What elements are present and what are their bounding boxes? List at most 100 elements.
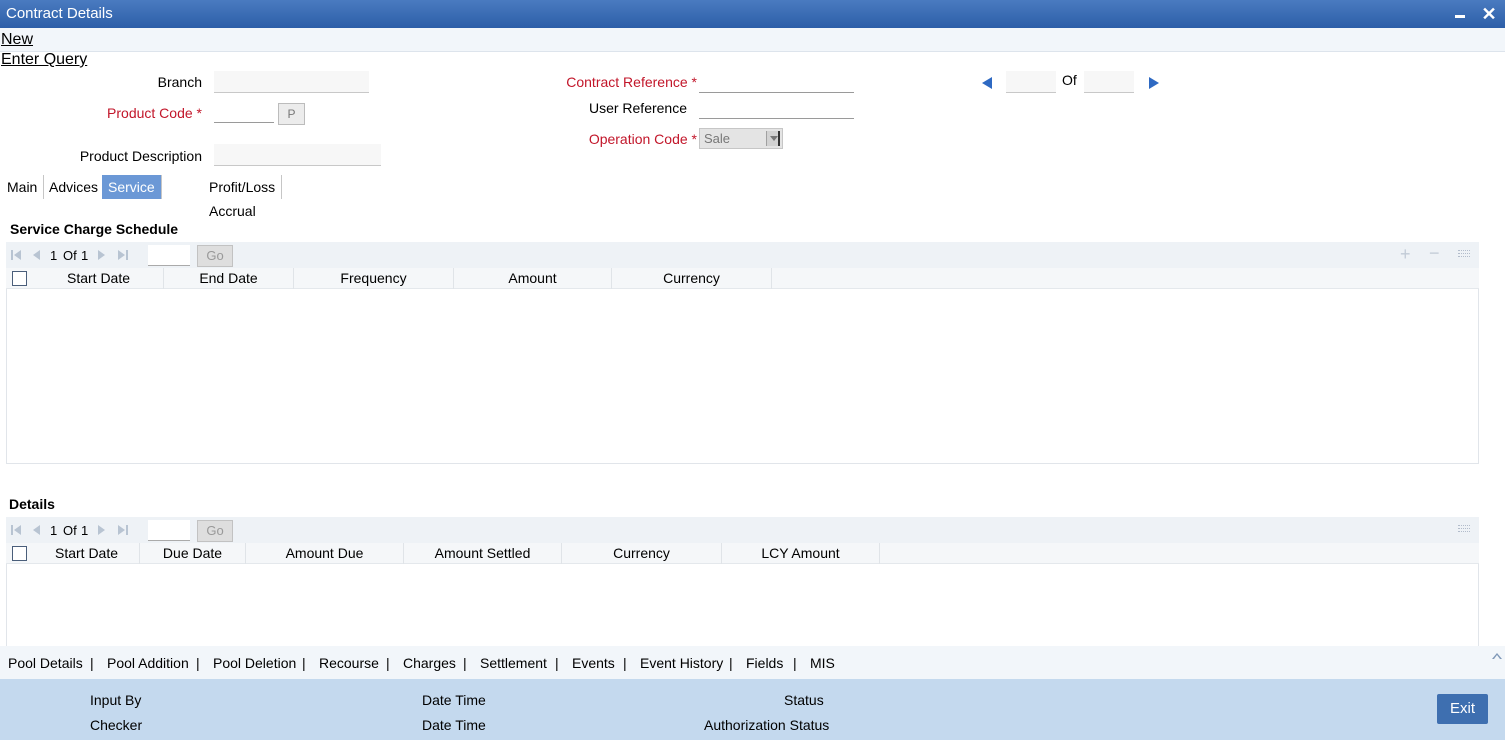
column-amount[interactable]: Amount [454,268,612,289]
new-link[interactable]: New [1,31,33,49]
total-records-input[interactable] [1084,71,1134,93]
checker-label: Checker [90,717,143,733]
page-number-input[interactable] [148,520,190,541]
select-all-checkbox[interactable] [12,546,27,561]
next-page-icon[interactable] [98,525,105,535]
recourse-link[interactable]: Recourse [319,655,379,671]
status-label: Status [784,692,824,708]
authorization-status-label: Authorization Status [704,717,830,733]
next-record-icon[interactable] [1149,77,1159,89]
service-charge-header-row: Start Date End Date Frequency Amount Cur… [6,268,1479,289]
fields-link[interactable]: Fields [746,655,783,671]
required-marker: * [691,131,697,147]
operation-code-label: Operation Code * [540,131,697,147]
page-number-input[interactable] [148,245,190,266]
column-frequency[interactable]: Frequency [294,268,454,289]
column-due-date[interactable]: Due Date [140,543,246,564]
branch-label: Branch [157,74,202,90]
column-currency[interactable]: Currency [612,268,772,289]
settlement-link[interactable]: Settlement [480,655,547,671]
pager-total: 1 [81,523,89,538]
tab-main[interactable]: Main [1,175,45,199]
add-row-icon[interactable]: + [1400,244,1411,265]
product-description-input[interactable] [214,144,381,166]
link-separator: | [555,655,559,671]
link-separator: | [623,655,627,671]
link-separator: | [793,655,797,671]
pool-addition-link[interactable]: Pool Addition [107,655,189,671]
product-code-label: Product Code * [90,105,202,121]
column-lcy-amount[interactable]: LCY Amount [722,543,880,564]
events-link[interactable]: Events [572,655,615,671]
last-page-icon[interactable] [118,525,128,535]
product-description-label: Product Description [79,148,202,164]
current-record-input[interactable] [1006,71,1056,93]
delete-row-icon[interactable]: − [1429,243,1440,264]
input-date-time-label: Date Time [422,692,486,708]
contract-reference-label-text: Contract Reference [566,74,688,90]
select-all-checkbox[interactable] [12,271,27,286]
grid-settings-icon[interactable] [1458,250,1470,261]
next-page-icon[interactable] [98,250,105,260]
previous-page-icon[interactable] [33,525,40,535]
mis-link[interactable]: MIS [810,655,835,671]
pager-of: Of [63,523,77,538]
product-code-label-text: Product Code [107,105,193,121]
previous-record-icon[interactable] [982,77,992,89]
chevron-down-icon[interactable] [766,131,780,146]
details-title: Details [9,496,55,512]
column-amount-due[interactable]: Amount Due [246,543,404,564]
link-separator: | [90,655,94,671]
of-label: Of [1062,72,1077,88]
window-title: Contract Details [6,5,113,22]
event-history-link[interactable]: Event History [640,655,723,671]
menu-bar [0,28,1505,52]
operation-code-label-text: Operation Code [588,131,688,147]
contract-reference-label: Contract Reference * [540,74,697,90]
link-separator: | [196,655,200,671]
service-charge-pager: 1 Of 1 Go + − [6,242,1479,268]
last-page-icon[interactable] [118,250,128,260]
column-currency[interactable]: Currency [562,543,722,564]
previous-page-icon[interactable] [33,250,40,260]
collapse-icon[interactable] [1492,653,1502,659]
exit-button[interactable]: Exit [1437,694,1488,724]
input-by-label: Input By [90,692,142,708]
first-page-icon[interactable] [11,525,21,535]
pager-current: 1 [50,523,58,538]
required-marker: * [196,105,202,121]
required-marker: * [691,74,697,90]
column-amount-settled[interactable]: Amount Settled [404,543,562,564]
window-titlebar: Contract Details ✕ [0,0,1505,28]
tab-advices[interactable]: Advices [43,175,106,199]
charges-link[interactable]: Charges [403,655,456,671]
column-start-date[interactable]: Start Date [34,268,164,289]
link-separator: | [302,655,306,671]
footer-link-bar: Pool Details | Pool Addition | Pool Dele… [0,646,1505,679]
enter-query-link[interactable]: Enter Query [1,51,87,69]
link-separator: | [386,655,390,671]
go-button[interactable]: Go [197,520,233,542]
product-code-lov-button[interactable]: P [278,103,305,125]
pool-details-link[interactable]: Pool Details [8,655,83,671]
branch-input[interactable] [214,71,369,93]
pager-total: 1 [81,248,89,263]
pool-deletion-link[interactable]: Pool Deletion [213,655,296,671]
go-button[interactable]: Go [197,245,233,267]
close-icon[interactable]: ✕ [1480,5,1498,23]
details-pager: 1 Of 1 Go [6,517,1479,543]
first-page-icon[interactable] [11,250,21,260]
operation-code-value: Sale [704,131,731,146]
column-end-date[interactable]: End Date [164,268,294,289]
tab-profit-loss-accrual[interactable]: Profit/Loss Accrual [203,175,283,219]
user-reference-input[interactable] [699,97,854,119]
pager-of: Of [63,248,77,263]
minimize-icon[interactable] [1452,5,1470,23]
details-header-row: Start Date Due Date Amount Due Amount Se… [6,543,1479,564]
grid-settings-icon[interactable] [1458,525,1470,536]
column-start-date[interactable]: Start Date [34,543,140,564]
operation-code-select[interactable]: Sale [699,128,783,149]
tab-service-charge[interactable]: Service Charge [102,175,162,219]
contract-reference-input[interactable] [699,71,854,93]
product-code-input[interactable] [214,101,274,123]
